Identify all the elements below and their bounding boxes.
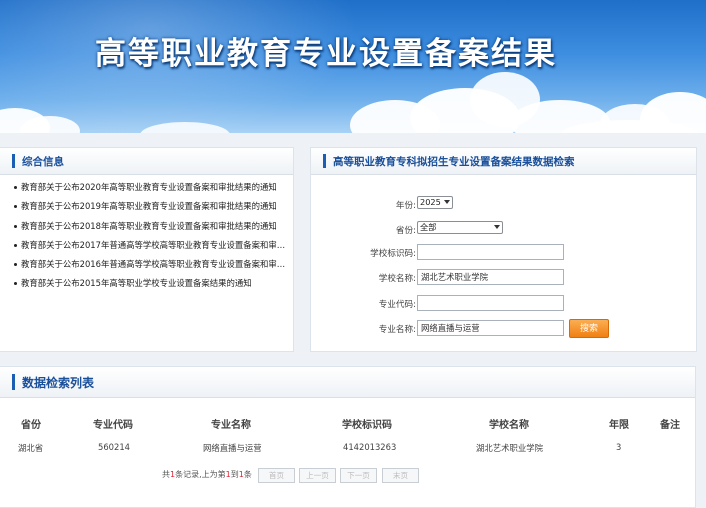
cell-major-code: 560214 [98,442,130,452]
province-row: 省份: 全部 [311,221,694,239]
news-item[interactable]: 教育部关于公布2018年高等职业教育专业设置备案和审批结果的通知 [14,219,289,238]
news-list: 教育部关于公布2020年高等职业教育专业设置备案和审批结果的通知 教育部关于公布… [14,180,289,296]
year-select-value: 2025 [420,197,441,207]
column-header-years: 年限 [609,420,629,431]
major-name-label: 专业名称: [378,325,416,335]
school-code-input[interactable] [417,244,564,260]
province-select-value: 全部 [420,222,437,232]
column-header-remarks: 备注 [660,420,680,431]
header-banner: 高等职业教育专业设置备案结果 [0,0,706,133]
title-accent-bar [12,374,15,390]
search-panel: 高等职业教育专科拟招生专业设置备案结果数据检索 年份: 2025 省份: 全部 … [310,147,697,352]
column-header-province: 省份 [21,420,41,431]
news-item[interactable]: 教育部关于公布2017年普通高等学校高等职业教育专业设置备案和审… [14,238,289,257]
news-item-label[interactable]: 教育部关于公布2020年高等职业教育专业设置备案和审批结果的通知 [21,182,277,192]
site-title: 高等职业教育专业设置备案结果 [95,36,557,72]
school-code-row: 学校标识码: [311,244,694,262]
news-item[interactable]: 教育部关于公布2015年高等职业学校专业设置备案结果的通知 [14,276,289,295]
school-code-label: 学校标识码: [370,249,416,259]
province-label: 省份: [395,226,416,236]
news-item[interactable]: 教育部关于公布2020年高等职业教育专业设置备案和审批结果的通知 [14,180,289,199]
province-select[interactable]: 全部 [417,221,503,234]
title-accent-bar [12,154,15,168]
school-name-label: 学校名称: [378,274,416,284]
news-item-label[interactable]: 教育部关于公布2019年高等职业教育专业设置备案和审批结果的通知 [21,201,277,211]
bullet-icon [14,243,17,247]
cell-school-code: 4142013263 [343,442,397,452]
school-name-input[interactable]: 湖北艺术职业学院 [417,269,564,285]
last-page-button[interactable]: 末页 [382,468,419,483]
pager-summary: 共1条记录,上为第1到1条 [162,470,252,479]
news-panel-header: 综合信息 [0,148,293,175]
news-item-label[interactable]: 教育部关于公布2016年普通高等学校高等职业教育专业设置备案和审… [21,259,285,269]
bullet-icon [14,205,17,209]
bullet-icon [14,186,17,189]
first-page-button[interactable]: 首页 [258,468,295,483]
news-item-label[interactable]: 教育部关于公布2017年普通高等学校高等职业教育专业设置备案和审… [21,240,285,250]
column-header-major-code: 专业代码 [93,420,133,431]
major-name-input[interactable]: 网络直播与运营 [417,320,564,336]
prev-page-button[interactable]: 上一页 [299,468,336,483]
year-select[interactable]: 2025 [417,196,453,209]
bullet-icon [14,224,17,228]
cell-years: 3 [616,442,622,452]
school-name-row: 学校名称: 湖北艺术职业学院 [311,269,694,287]
column-header-school-name: 学校名称 [489,420,529,431]
cell-school-name: 湖北艺术职业学院 [476,443,543,453]
next-page-button[interactable]: 下一页 [340,468,377,483]
bullet-icon [14,282,17,286]
column-header-school-code: 学校标识码 [342,420,392,431]
search-panel-title: 高等职业教育专科拟招生专业设置备案结果数据检索 [333,156,575,168]
results-panel-header: 数据检索列表 [0,367,695,398]
results-panel: 数据检索列表 [0,366,696,508]
bullet-icon [14,263,17,267]
major-code-row: 专业代码: [311,295,694,313]
cell-major-name: 网络直播与运营 [203,443,262,453]
chevron-down-icon [444,200,450,204]
major-code-label: 专业代码: [378,300,416,310]
title-accent-bar [323,154,326,168]
search-panel-header: 高等职业教育专科拟招生专业设置备案结果数据检索 [311,148,696,175]
results-panel-title: 数据检索列表 [22,376,95,390]
news-item-label[interactable]: 教育部关于公布2018年高等职业教育专业设置备案和审批结果的通知 [21,221,277,231]
major-name-row: 专业名称: 网络直播与运营 [311,320,694,338]
news-item[interactable]: 教育部关于公布2016年普通高等学校高等职业教育专业设置备案和审… [14,257,289,276]
search-button[interactable]: 搜索 [569,319,609,338]
year-row: 年份: 2025 [311,196,694,214]
major-code-input[interactable] [417,295,564,311]
column-header-major-name: 专业名称 [211,420,251,431]
year-label: 年份: [395,201,416,211]
news-item-label[interactable]: 教育部关于公布2015年高等职业学校专业设置备案结果的通知 [21,278,252,288]
news-panel-title: 综合信息 [22,156,64,168]
cell-province: 湖北省 [18,443,44,453]
news-item[interactable]: 教育部关于公布2019年高等职业教育专业设置备案和审批结果的通知 [14,199,289,218]
chevron-down-icon [494,225,500,229]
